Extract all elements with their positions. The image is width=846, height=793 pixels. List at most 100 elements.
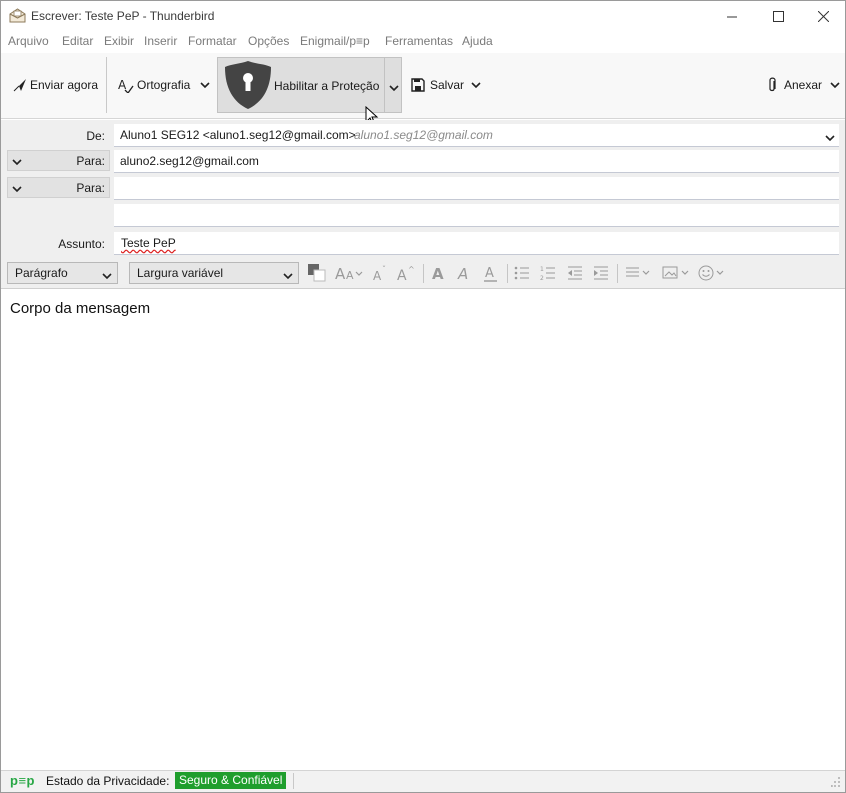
attach-dropdown[interactable] <box>830 75 840 95</box>
menu-inserir[interactable]: Inserir <box>144 34 177 48</box>
subject-input[interactable]: Teste PeP <box>114 232 839 254</box>
text-color-icon[interactable] <box>307 263 327 283</box>
font-select[interactable]: Largura variável <box>129 262 299 284</box>
from-label: De: <box>86 129 105 143</box>
increase-font-icon[interactable]: A ^ <box>397 263 415 283</box>
insert-image-icon[interactable] <box>662 263 692 283</box>
protection-dropdown-icon[interactable] <box>389 81 399 95</box>
bullet-list-icon[interactable] <box>514 263 530 283</box>
pep-shield-icon <box>223 60 273 113</box>
svg-text:A: A <box>432 265 444 282</box>
format-toolbar: Parágrafo Largura variável AA Aˇ A ^ A A… <box>1 258 845 289</box>
enable-protection-button[interactable]: Habilitar a Proteção <box>217 57 402 113</box>
resize-grip-icon[interactable] <box>831 776 841 788</box>
compose-toolbar: Enviar agora A Ortografia Habilitar a Pr… <box>1 53 845 119</box>
from-selector[interactable]: Aluno1 SEG12 <aluno1.seg12@gmail.com> al… <box>114 124 839 146</box>
send-now-button[interactable]: Enviar agora <box>13 75 98 95</box>
privacy-status-label: Estado da Privacidade: <box>46 774 170 788</box>
format-separator <box>507 264 508 283</box>
save-button[interactable]: Salvar <box>411 75 464 95</box>
field-underline <box>114 254 839 255</box>
menu-enigmail-pep[interactable]: Enigmail/p≡p <box>300 34 370 48</box>
menu-ferramentas[interactable]: Ferramentas <box>385 34 453 48</box>
menu-opcoes[interactable]: Opções <box>248 34 289 48</box>
paragraph-format-select[interactable]: Parágrafo <box>7 262 118 284</box>
save-dropdown[interactable] <box>471 75 481 95</box>
recipient-value: aluno2.seg12@gmail.com <box>120 154 259 168</box>
toolbar-separator <box>106 57 107 113</box>
send-icon <box>13 78 27 92</box>
recipient-input[interactable] <box>114 177 839 199</box>
chevron-down-icon <box>200 81 210 89</box>
numbered-list-icon[interactable]: 12 <box>540 263 556 283</box>
outdent-icon[interactable] <box>567 263 583 283</box>
svg-text:^: ^ <box>408 265 415 274</box>
indent-icon[interactable] <box>593 263 609 283</box>
chevron-down-icon <box>12 182 22 196</box>
field-underline <box>114 146 839 147</box>
send-now-label: Enviar agora <box>30 78 99 92</box>
format-separator <box>617 264 618 283</box>
subject-value: Teste PeP <box>121 236 176 250</box>
chevron-down-icon <box>830 81 840 89</box>
spelling-label: Ortografia <box>137 78 191 92</box>
save-label: Salvar <box>430 78 465 92</box>
chevron-down-icon <box>283 269 293 283</box>
recipient-input[interactable]: aluno2.seg12@gmail.com <box>114 150 839 172</box>
field-underline <box>114 226 839 227</box>
align-icon[interactable] <box>625 263 653 283</box>
decrease-font-icon[interactable]: Aˇ <box>372 263 390 283</box>
font-size-icon[interactable]: AA <box>335 263 365 283</box>
recipient-type-select[interactable]: Para: <box>7 177 110 198</box>
attach-label: Anexar <box>784 78 823 92</box>
maximize-button[interactable] <box>755 1 801 32</box>
title-bar: Escrever: Teste PeP - Thunderbird <box>1 1 845 32</box>
svg-text:A: A <box>346 269 354 282</box>
chevron-down-icon <box>12 155 22 169</box>
menu-editar[interactable]: Editar <box>62 34 93 48</box>
bold-icon[interactable]: A <box>431 263 447 283</box>
window-title: Escrever: Teste PeP - Thunderbird <box>31 9 215 23</box>
pep-logo: p≡p <box>10 773 35 788</box>
emoji-icon[interactable] <box>698 263 728 283</box>
message-body-text: Corpo da mensagem <box>10 300 151 317</box>
recipient-type-label: Para: <box>76 154 105 168</box>
privacy-status-badge[interactable]: Seguro & Confiável <box>175 772 287 789</box>
italic-icon[interactable]: A <box>457 263 473 283</box>
svg-text:A: A <box>457 265 468 282</box>
status-divider <box>293 773 294 789</box>
spelling-icon: A <box>118 77 134 93</box>
attach-button[interactable]: Anexar <box>767 75 822 95</box>
menu-ajuda[interactable]: Ajuda <box>462 34 493 48</box>
chevron-down-icon[interactable] <box>825 131 835 145</box>
from-identity-hint: aluno1.seg12@gmail.com <box>354 128 493 142</box>
menu-bar: Arquivo Editar Exibir Inserir Formatar O… <box>1 32 845 52</box>
underline-icon[interactable]: A <box>483 263 499 283</box>
spelling-button[interactable]: A Ortografia <box>118 75 190 95</box>
message-body-editor[interactable]: Corpo da mensagem <box>1 289 845 770</box>
field-underline <box>114 172 839 173</box>
svg-text:1: 1 <box>540 266 544 273</box>
menu-arquivo[interactable]: Arquivo <box>8 34 49 48</box>
svg-text:A: A <box>397 268 407 282</box>
recipient-empty-row[interactable] <box>114 204 839 226</box>
svg-text:A: A <box>335 265 346 282</box>
save-icon <box>411 78 425 92</box>
menu-formatar[interactable]: Formatar <box>188 34 237 48</box>
menu-exibir[interactable]: Exibir <box>104 34 134 48</box>
svg-text:A: A <box>485 266 494 281</box>
compose-app-icon <box>9 8 26 23</box>
recipient-type-label: Para: <box>76 181 105 195</box>
format-separator <box>423 264 424 283</box>
svg-text:ˇ: ˇ <box>382 264 386 274</box>
svg-text:A: A <box>373 269 382 282</box>
compose-window: Escrever: Teste PeP - Thunderbird Arquiv… <box>0 0 846 793</box>
recipient-type-select[interactable]: Para: <box>7 150 110 171</box>
chevron-down-icon <box>102 269 112 283</box>
minimize-button[interactable] <box>709 1 755 32</box>
close-button[interactable] <box>800 1 846 32</box>
spelling-dropdown[interactable] <box>200 75 210 95</box>
paragraph-format-value: Parágrafo <box>15 266 68 280</box>
address-header: De: Aluno1 SEG12 <aluno1.seg12@gmail.com… <box>1 120 845 258</box>
svg-text:2: 2 <box>540 275 544 281</box>
